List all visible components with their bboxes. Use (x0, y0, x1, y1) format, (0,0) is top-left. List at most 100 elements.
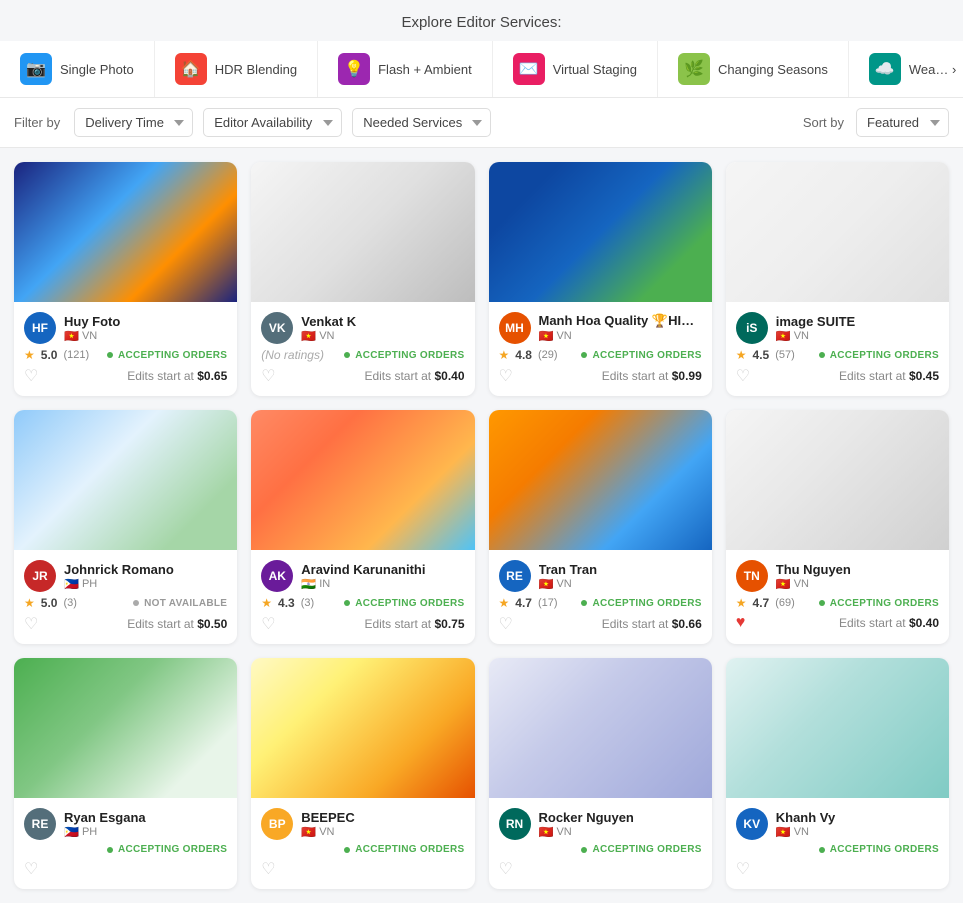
editor-row: VK Venkat K 🇻🇳 VN (261, 312, 464, 344)
rating-count: (121) (63, 349, 89, 361)
editor-country: 🇻🇳 VN (64, 329, 227, 343)
country-flag: 🇻🇳 (776, 329, 791, 343)
price-label: Edits start at $0.65 (127, 369, 227, 383)
price-label: Edits start at $0.40 (364, 369, 464, 383)
favorite-button[interactable]: ♡ (24, 859, 38, 879)
editor-info: Huy Foto 🇻🇳 VN (64, 314, 227, 343)
card[interactable]: VK Venkat K 🇻🇳 VN (No ratings) ACCEPTING… (251, 162, 474, 396)
avatar: iS (736, 312, 768, 344)
price-value: $0.75 (434, 617, 464, 631)
price-value: $0.99 (672, 369, 702, 383)
price-row: ♡ (24, 859, 227, 879)
editor-name: image SUITE (776, 314, 939, 329)
price-row: ♡ (736, 859, 939, 879)
card[interactable]: AK Aravind Karunanithi 🇮🇳 IN ★ 4.3 (3) A… (251, 410, 474, 644)
country-code: PH (82, 578, 97, 590)
card[interactable]: JR Johnrick Romano 🇵🇭 PH ★ 5.0 (3) NOT A… (14, 410, 237, 644)
country-code: VN (319, 826, 334, 838)
card[interactable]: TN Thu Nguyen 🇻🇳 VN ★ 4.7 (69) ACCEPTING… (726, 410, 949, 644)
rating-value: 5.0 (41, 596, 58, 610)
rating-row: ACCEPTING ORDERS (736, 844, 939, 855)
service-item-hdr-blending[interactable]: 🏠 HDR Blending (155, 41, 318, 97)
service-item-flash-ambient[interactable]: 💡 Flash + Ambient (318, 41, 493, 97)
price-label: Edits start at $0.50 (127, 617, 227, 631)
service-item-changing-seasons[interactable]: 🌿 Changing Seasons (658, 41, 849, 97)
card-body: RE Tran Tran 🇻🇳 VN ★ 4.7 (17) ACCEPTING … (489, 550, 712, 644)
status-dot (819, 847, 825, 853)
status-dot (581, 352, 587, 358)
rating-value: 5.0 (41, 348, 58, 362)
rating-count: (3) (301, 597, 314, 609)
rating-row: ★ 4.3 (3) ACCEPTING ORDERS (261, 596, 464, 610)
editor-row: RN Rocker Nguyen 🇻🇳 VN (499, 808, 702, 840)
favorite-button[interactable]: ♡ (499, 366, 513, 386)
card-body: VK Venkat K 🇻🇳 VN (No ratings) ACCEPTING… (251, 302, 474, 396)
page-title: Explore Editor Services: (0, 0, 963, 41)
favorite-button[interactable]: ♡ (499, 859, 513, 879)
favorite-button[interactable]: ♡ (736, 366, 750, 386)
favorite-button[interactable]: ♡ (24, 614, 38, 634)
card-body: AK Aravind Karunanithi 🇮🇳 IN ★ 4.3 (3) A… (251, 550, 474, 644)
country-flag: 🇵🇭 (64, 825, 79, 839)
star-icon: ★ (736, 596, 747, 610)
price-row: ♡ Edits start at $0.99 (499, 366, 702, 386)
card[interactable]: RN Rocker Nguyen 🇻🇳 VN ACCEPTING ORDERS (489, 658, 712, 889)
services-bar: 📷 Single Photo 🏠 HDR Blending 💡 Flash + … (0, 41, 963, 98)
service-item-virtual-staging[interactable]: ✉️ Virtual Staging (493, 41, 658, 97)
sort-select[interactable]: Featured (856, 108, 949, 137)
status-dot (581, 847, 587, 853)
avatar: RE (499, 560, 531, 592)
rating-row: ★ 4.7 (69) ACCEPTING ORDERS (736, 596, 939, 610)
price-value: $0.50 (197, 617, 227, 631)
price-value: $0.40 (909, 616, 939, 630)
favorite-button[interactable]: ♡ (261, 859, 275, 879)
avatar: TN (736, 560, 768, 592)
card[interactable]: HF Huy Foto 🇻🇳 VN ★ 5.0 (121) ACCEPTING … (14, 162, 237, 396)
country-code: VN (556, 578, 571, 590)
editor-row: BP BEEPEC 🇻🇳 VN (261, 808, 464, 840)
avatar: AK (261, 560, 293, 592)
hdr-blending-icon: 🏠 (175, 53, 207, 85)
delivery-time-select[interactable]: Delivery Time (74, 108, 193, 137)
favorite-button[interactable]: ♡ (261, 366, 275, 386)
country-code: VN (319, 330, 334, 342)
favorite-button[interactable]: ♡ (261, 614, 275, 634)
editor-row: MH Manh Hoa Quality 🏆HIGH – END + 🇻🇳 VN (499, 312, 702, 344)
editor-country: 🇻🇳 VN (776, 825, 939, 839)
favorite-button[interactable]: ♡ (499, 614, 513, 634)
service-item-weather[interactable]: ☁️ Wea… › (849, 41, 963, 97)
service-item-single-photo[interactable]: 📷 Single Photo (0, 41, 155, 97)
editor-info: Venkat K 🇻🇳 VN (301, 314, 464, 343)
card[interactable]: RE Tran Tran 🇻🇳 VN ★ 4.7 (17) ACCEPTING … (489, 410, 712, 644)
card[interactable]: MH Manh Hoa Quality 🏆HIGH – END + 🇻🇳 VN … (489, 162, 712, 396)
card[interactable]: iS image SUITE 🇻🇳 VN ★ 4.5 (57) ACCEPTIN… (726, 162, 949, 396)
favorite-button[interactable]: ♡ (736, 859, 750, 879)
status-dot (107, 847, 113, 853)
card-image (14, 658, 237, 798)
rating-value: 4.5 (753, 348, 770, 362)
editor-row: AK Aravind Karunanithi 🇮🇳 IN (261, 560, 464, 592)
editor-country: 🇮🇳 IN (301, 577, 464, 591)
card[interactable]: BP BEEPEC 🇻🇳 VN ACCEPTING ORDERS ♡ (251, 658, 474, 889)
needed-services-select[interactable]: Needed Services (352, 108, 491, 137)
card[interactable]: RE Ryan Esgana 🇵🇭 PH ACCEPTING ORDERS ♡ (14, 658, 237, 889)
flash-ambient-label: Flash + Ambient (378, 62, 472, 77)
filter-bar: Filter by Delivery Time Editor Availabil… (0, 98, 963, 148)
favorite-button[interactable]: ♡ (24, 366, 38, 386)
card[interactable]: KV Khanh Vy 🇻🇳 VN ACCEPTING ORDERS ♡ (726, 658, 949, 889)
editor-country: 🇵🇭 PH (64, 577, 227, 591)
status-dot (344, 352, 350, 358)
rating-value: 4.7 (753, 596, 770, 610)
status-dot (819, 600, 825, 606)
card-image (489, 162, 712, 302)
editor-availability-select[interactable]: Editor Availability (203, 108, 342, 137)
status-dot (581, 600, 587, 606)
card-body: HF Huy Foto 🇻🇳 VN ★ 5.0 (121) ACCEPTING … (14, 302, 237, 396)
country-flag: 🇮🇳 (301, 577, 316, 591)
star-icon: ★ (736, 348, 747, 362)
rating-value: 4.7 (515, 596, 532, 610)
rating-row: ★ 5.0 (3) NOT AVAILABLE (24, 596, 227, 610)
price-row: ♥ Edits start at $0.40 (736, 614, 939, 632)
editor-name: Venkat K (301, 314, 464, 329)
favorite-button[interactable]: ♥ (736, 614, 746, 632)
